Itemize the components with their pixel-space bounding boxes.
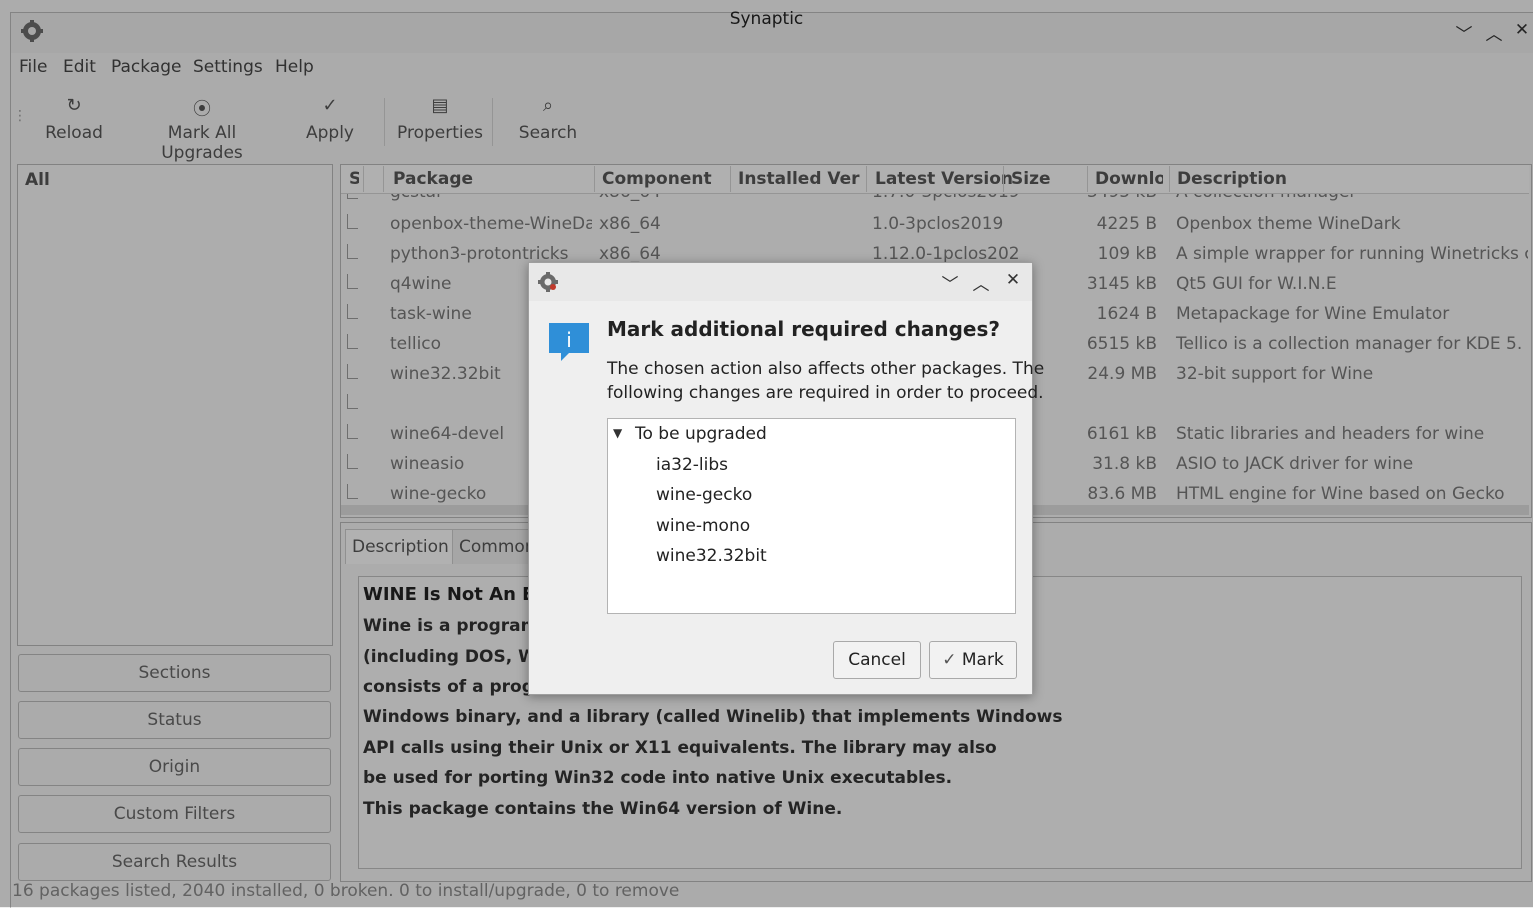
dialog-maximize-icon[interactable]: ︿ (970, 270, 992, 295)
dialog-app-icon (537, 271, 559, 293)
dialog-heading: Mark additional required changes? (607, 317, 1000, 341)
svg-text:i: i (566, 328, 572, 352)
tree-item[interactable]: wine32.32bit (656, 546, 767, 566)
tree-group-to-be-upgraded[interactable]: To be upgraded (635, 424, 767, 444)
cancel-button[interactable]: Cancel (833, 641, 921, 679)
expand-arrow-icon[interactable]: ▼ (613, 426, 622, 440)
mark-changes-dialog: ﹀ ︿ ✕ i Mark additional required changes… (528, 262, 1044, 695)
check-icon: ✓ (942, 650, 957, 670)
info-icon: i (547, 321, 591, 365)
dialog-minimize-icon[interactable]: ﹀ (939, 270, 961, 295)
dialog-message: following changes are required in order … (607, 383, 1044, 403)
tree-item[interactable]: ia32-libs (656, 455, 728, 475)
mark-button[interactable]: ✓ Mark (929, 641, 1017, 679)
tree-item[interactable]: wine-mono (656, 516, 750, 536)
dialog-close-icon[interactable]: ✕ (1002, 270, 1024, 292)
dialog-message: The chosen action also affects other pac… (607, 359, 1045, 379)
tree-item[interactable]: wine-gecko (656, 485, 752, 505)
